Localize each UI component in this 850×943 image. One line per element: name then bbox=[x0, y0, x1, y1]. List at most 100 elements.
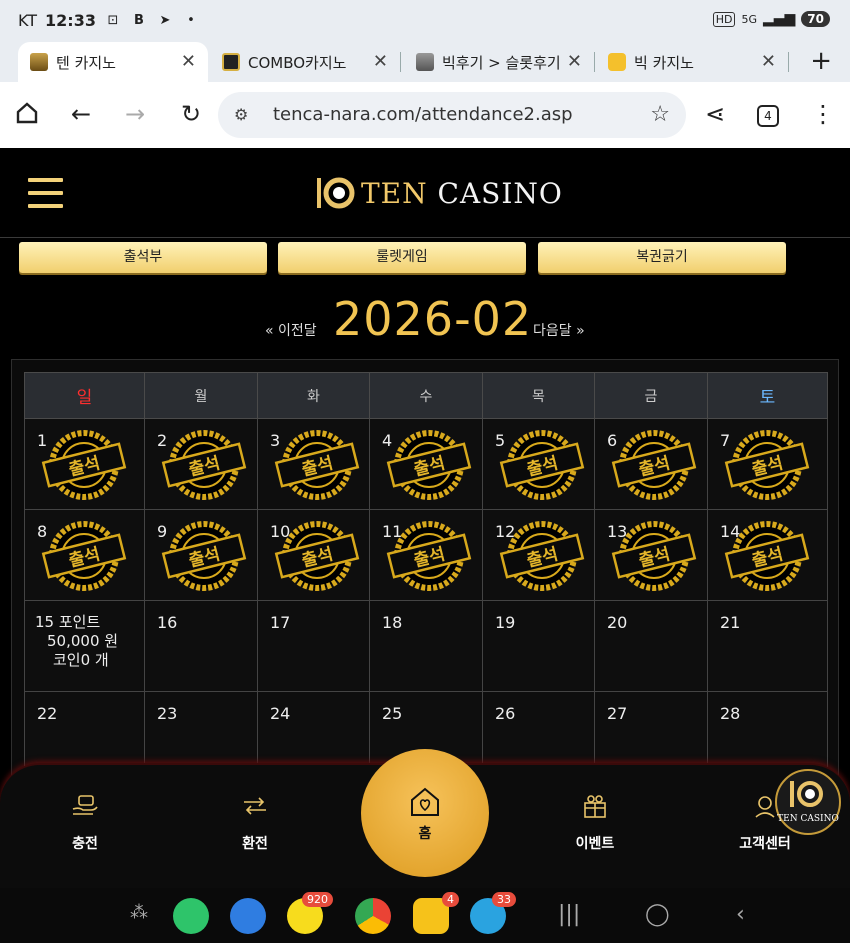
month-title: 2026-02 bbox=[333, 292, 533, 346]
tab-divider bbox=[594, 52, 595, 72]
today-points-info: 15 포인트 50,000 원 코인0 개 bbox=[35, 613, 118, 670]
day-cell: 4 출석 bbox=[369, 418, 483, 510]
day-cell: 20 bbox=[594, 600, 708, 692]
carrier-label: KT bbox=[18, 11, 38, 30]
attendance-stamp-icon: 출석 bbox=[499, 430, 585, 500]
browser-tab-bar: 텐 카지노 ✕ COMBO카지노 ✕ 빅후기 > 슬롯후기 | ✕ 빅 카지노 … bbox=[0, 42, 850, 82]
attendance-button[interactable]: 출석부 bbox=[19, 242, 267, 273]
nav-home-button[interactable]: 홈 bbox=[361, 749, 489, 877]
day-cell: 14 출석 bbox=[707, 509, 828, 601]
logo-text-casino: CASINO bbox=[437, 176, 563, 210]
weekday-header: 일 bbox=[24, 372, 145, 419]
floating-casino-logo[interactable]: TEN CASINO bbox=[775, 769, 841, 835]
gift-icon bbox=[555, 793, 635, 823]
attendance-stamp-icon: 출석 bbox=[386, 430, 472, 500]
coin-value: 코인0 개 bbox=[53, 651, 109, 669]
recent-apps-icon[interactable]: ||| bbox=[558, 902, 580, 927]
battery-indicator: 70 bbox=[801, 11, 830, 27]
tab-title: 텐 카지노 bbox=[56, 53, 116, 72]
b-app-icon[interactable]: 4 bbox=[413, 892, 459, 934]
logo-mark-icon bbox=[315, 174, 357, 212]
month-navigation: « 이전달 2026-02 다음달 » bbox=[0, 288, 850, 348]
day-number: 27 bbox=[607, 704, 628, 723]
close-icon[interactable]: ✕ bbox=[761, 51, 776, 72]
home-icon[interactable] bbox=[12, 100, 42, 132]
messages-app-icon[interactable] bbox=[230, 898, 266, 934]
attendance-stamp-icon: 출석 bbox=[499, 521, 585, 591]
lottery-scratch-button[interactable]: 복권긁기 bbox=[538, 242, 786, 273]
nav-label: 이벤트 bbox=[575, 836, 615, 852]
day-cell: 3 출석 bbox=[257, 418, 370, 510]
tab-count-button[interactable]: 4 bbox=[757, 105, 779, 127]
day-number: 25 bbox=[382, 704, 403, 723]
floating-logo-mark-icon bbox=[790, 781, 823, 807]
nav-label: 홈 bbox=[418, 826, 432, 842]
clock: 12:33 bbox=[45, 11, 96, 30]
tab-combo-casino[interactable]: COMBO카지노 ✕ bbox=[210, 42, 400, 82]
attendance-stamp-icon: 출석 bbox=[611, 430, 697, 500]
more-menu-icon[interactable]: ⋮ bbox=[808, 100, 838, 128]
signal-icon: ▂▄▆ bbox=[762, 11, 796, 27]
day-cell: 10 출석 bbox=[257, 509, 370, 601]
day-number: 15 bbox=[35, 613, 55, 631]
home-circle-icon[interactable]: ◯ bbox=[645, 902, 670, 927]
dot-icon: • bbox=[187, 13, 195, 28]
day-number: 23 bbox=[157, 704, 178, 723]
app-drawer-icon[interactable]: ⁂ bbox=[130, 902, 148, 923]
day-number: 20 bbox=[607, 613, 628, 632]
day-cell: 2 출석 bbox=[144, 418, 258, 510]
reload-icon[interactable]: ↻ bbox=[176, 100, 206, 128]
url-text[interactable]: tenca-nara.com/attendance2.asp bbox=[273, 104, 573, 125]
screenshot-icon: ⊡ bbox=[107, 13, 119, 28]
address-bar[interactable]: ⚙ tenca-nara.com/attendance2.asp ☆ bbox=[218, 92, 686, 138]
close-icon[interactable]: ✕ bbox=[567, 51, 582, 72]
phone-app-icon[interactable] bbox=[173, 898, 209, 934]
tab-big-review[interactable]: 빅후기 > 슬롯후기 | ✕ bbox=[404, 42, 594, 82]
weekday-header: 월 bbox=[144, 372, 258, 419]
attendance-stamp-icon: 출석 bbox=[161, 430, 247, 500]
tab-big-casino[interactable]: 빅 카지노 ✕ bbox=[598, 42, 788, 82]
tab-title: COMBO카지노 bbox=[248, 53, 347, 72]
forward-arrow-icon[interactable]: → bbox=[120, 100, 150, 128]
chrome-app-icon[interactable] bbox=[355, 898, 391, 934]
hamburger-menu-icon[interactable] bbox=[28, 178, 63, 208]
day-cell: 8 출석 bbox=[24, 509, 145, 601]
day-cell: 5 출석 bbox=[482, 418, 595, 510]
site-settings-icon[interactable]: ⚙ bbox=[234, 105, 248, 124]
back-arrow-icon[interactable]: ← bbox=[66, 100, 96, 128]
site-logo[interactable]: TEN CASINO bbox=[315, 174, 563, 212]
money-hand-icon bbox=[45, 793, 125, 823]
attendance-stamp-icon: 출석 bbox=[41, 430, 127, 500]
points-value: 50,000 원 bbox=[47, 632, 119, 650]
nav-label: 충전 bbox=[72, 836, 98, 852]
nav-withdraw[interactable]: 환전 bbox=[215, 793, 295, 853]
telegram-app-icon[interactable]: 33 bbox=[470, 892, 516, 934]
close-icon[interactable]: ✕ bbox=[373, 51, 388, 72]
day-cell: 1 출석 bbox=[24, 418, 145, 510]
day-number: 24 bbox=[270, 704, 291, 723]
tab-ten-casino[interactable]: 텐 카지노 ✕ bbox=[18, 42, 208, 82]
system-back-icon[interactable]: ‹ bbox=[736, 902, 745, 927]
big-casino-favicon-icon bbox=[608, 53, 626, 71]
weekday-header: 수 bbox=[369, 372, 483, 419]
tab-divider bbox=[400, 52, 401, 72]
kakaotalk-app-icon[interactable]: 920 bbox=[287, 892, 333, 934]
bookmark-star-icon[interactable]: ☆ bbox=[650, 102, 670, 127]
day-number: 21 bbox=[720, 613, 741, 632]
nav-charge[interactable]: 충전 bbox=[45, 793, 125, 853]
tab-title: 빅 카지노 bbox=[634, 53, 694, 72]
prev-month-link[interactable]: « 이전달 bbox=[265, 320, 317, 340]
notification-badge: 33 bbox=[492, 892, 516, 907]
attendance-stamp-icon: 출석 bbox=[724, 521, 810, 591]
nav-event[interactable]: 이벤트 bbox=[555, 793, 635, 853]
day-cell: 12 출석 bbox=[482, 509, 595, 601]
close-icon[interactable]: ✕ bbox=[181, 51, 196, 72]
day-cell: 19 bbox=[482, 600, 595, 692]
roulette-button[interactable]: 룰렛게임 bbox=[278, 242, 526, 273]
attendance-stamp-icon: 출석 bbox=[161, 521, 247, 591]
calendar-container: 일 월 화 수 목 금 토 1 출석 2 출석 3 출석 4 출석 5 출석 6 출석 bbox=[11, 359, 839, 783]
new-tab-plus-icon[interactable]: + bbox=[810, 46, 832, 76]
tab-title: 빅후기 > 슬롯후기 | bbox=[442, 53, 562, 72]
share-icon[interactable]: ⋖ bbox=[700, 100, 730, 128]
next-month-link[interactable]: 다음달 » bbox=[533, 320, 585, 340]
